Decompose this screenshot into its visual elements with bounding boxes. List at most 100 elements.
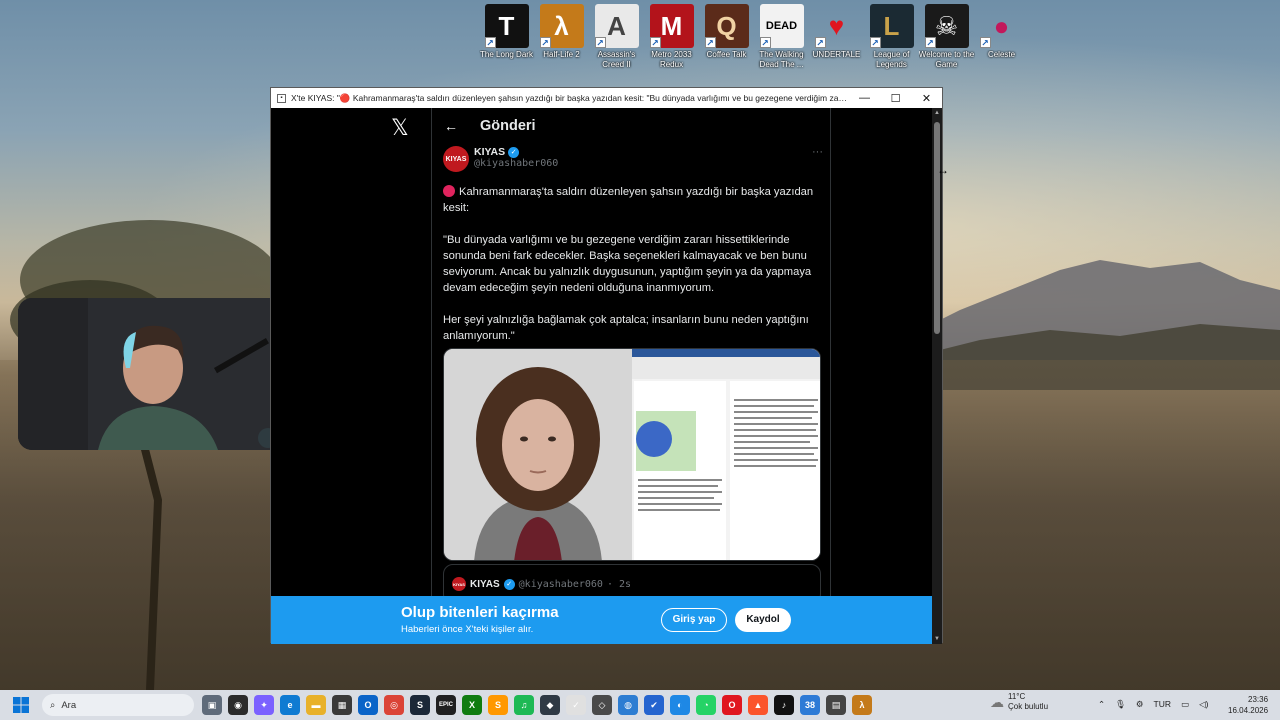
taskbar-half-life-icon[interactable]: λ xyxy=(852,695,872,715)
minimize-button[interactable]: — xyxy=(849,92,880,104)
taskbar-task-view-icon[interactable]: ▣ xyxy=(202,695,222,715)
taskbar-davinci-icon[interactable]: ◆ xyxy=(540,695,560,715)
desktop-icon-label: Coffee Talk xyxy=(706,50,747,59)
taskbar-epic-icon[interactable]: EPIC xyxy=(436,695,456,715)
shortcut-arrow-icon: ↗ xyxy=(759,37,771,48)
desktop-icon-half-life-2[interactable]: λ ↗ Half-Life 2 xyxy=(535,4,588,76)
shortcut-arrow-icon: ↗ xyxy=(594,37,606,48)
desktop-icon-coffee-talk[interactable]: Q ↗ Coffee Talk xyxy=(700,4,753,76)
shortcut-arrow-icon: ↗ xyxy=(869,37,881,48)
desktop-icon-metro-2033-redux[interactable]: M ↗ Metro 2033 Redux xyxy=(645,4,698,76)
window-titlebar[interactable]: ▪ X'te KIYAS: "🔴 Kahramanmaraş'ta saldır… xyxy=(271,88,942,108)
tweet-media[interactable] xyxy=(443,348,821,561)
browser-window: ▪ X'te KIYAS: "🔴 Kahramanmaraş'ta saldır… xyxy=(270,87,943,644)
volume-icon[interactable]: ◁) xyxy=(1199,699,1208,710)
scroll-down-icon[interactable]: ▼ xyxy=(933,636,941,642)
app-icon: ● ↗ xyxy=(979,10,1010,48)
tweet-paragraph: Kahramanmaraş'ta saldırı düzenleyen şahs… xyxy=(443,184,825,216)
desktop-icon-label: League of Legends xyxy=(873,50,910,69)
quoted-avatar: KIYAS xyxy=(452,577,466,591)
taskbar-messages-icon[interactable]: 38 xyxy=(800,695,820,715)
taskbar-tiktok-icon[interactable]: ♪ xyxy=(774,695,794,715)
taskbar-outlook-icon[interactable]: O xyxy=(358,695,378,715)
webcam-overlay xyxy=(18,298,286,450)
author-display-name[interactable]: KIYAS xyxy=(474,146,505,158)
display-icon[interactable]: ▭ xyxy=(1181,699,1189,710)
taskbar-spotify-icon[interactable]: ♫ xyxy=(514,695,534,715)
network-icon[interactable]: ⚙ xyxy=(1136,699,1144,710)
taskbar-file-explorer-icon[interactable]: ▬ xyxy=(306,695,326,715)
taskbar-photos-icon[interactable]: ◇ xyxy=(592,695,612,715)
author-name-row: KIYAS ✓ xyxy=(474,146,558,158)
close-button[interactable]: ✕ xyxy=(911,92,942,105)
language-indicator[interactable]: TUR xyxy=(1154,699,1171,710)
scrollbar-thumb[interactable] xyxy=(934,122,940,334)
author-handle[interactable]: @kiyashaber060 xyxy=(474,158,558,169)
page-title: Gönderi xyxy=(480,118,536,134)
desktop-icon-assassin-s-creed-ii[interactable]: A ↗ Assassin's Creed II xyxy=(590,4,643,76)
app-icon: L ↗ xyxy=(869,4,914,48)
desktop-icon-label: The Long Dark xyxy=(480,50,533,59)
taskbar: ⌕ Ara ▣ ◉ ✦ e ▬ ▦ O ◎ S EPIC X S ♫ ◆ ✓ ◇ ◍ ✔ ◐ ◔ O ▲ ♪ 38 ▤ λ ☁ 1… xyxy=(0,690,1280,720)
weather-widget[interactable]: ☁ 11°C Çok bulutlu xyxy=(990,692,1048,712)
page-favicon-icon: ▪ xyxy=(277,93,286,103)
desktop-icon-the-walking-dead-the[interactable]: DEAD ↗ The Walking Dead The ... xyxy=(755,4,808,76)
taskbar-opera-icon[interactable]: O xyxy=(722,695,742,715)
avatar[interactable]: KIYAS xyxy=(443,146,469,172)
media-photo[interactable] xyxy=(444,349,632,560)
signup-button[interactable]: Kaydol xyxy=(735,608,791,632)
taskbar-store-icon[interactable]: ▦ xyxy=(332,695,352,715)
desktop-icon-undertale[interactable]: ♥ ↗ UNDERTALE xyxy=(810,4,863,76)
maximize-button[interactable]: ☐ xyxy=(880,92,911,105)
page-scrollbar[interactable]: ▲ ▼ xyxy=(932,108,942,644)
tweet-author: KIYAS KIYAS ✓ @kiyashaber060 ··· xyxy=(443,146,823,172)
taskbar-chrome-icon[interactable]: ◎ xyxy=(384,695,404,715)
app-icon: A ↗ xyxy=(594,4,639,48)
app-icon: λ ↗ xyxy=(539,4,584,48)
taskbar-capture-icon[interactable]: ✓ xyxy=(566,695,586,715)
taskbar-calculator-icon[interactable]: ▤ xyxy=(826,695,846,715)
media-document-screenshot[interactable] xyxy=(632,349,820,560)
more-options-icon[interactable]: ··· xyxy=(812,146,823,158)
desktop-icon-welcome-to-the-game[interactable]: ☠ ↗ Welcome to the Game xyxy=(918,4,975,76)
shortcut-arrow-icon: ↗ xyxy=(484,37,496,48)
desktop-icon-label: Metro 2033 Redux xyxy=(651,50,692,69)
desktop-icon-label: Half-Life 2 xyxy=(543,50,580,59)
scroll-up-icon[interactable]: ▲ xyxy=(933,110,941,116)
quoted-handle: @kiyashaber060 xyxy=(518,578,603,590)
taskbar-obs-icon[interactable]: ◉ xyxy=(228,695,248,715)
taskbar-whatsapp-icon[interactable]: ◔ xyxy=(696,695,716,715)
taskbar-steam-icon[interactable]: S xyxy=(410,695,430,715)
desktop-icon-league-of-legends[interactable]: L ↗ League of Legends xyxy=(865,4,918,76)
app-icon: DEAD ↗ xyxy=(759,4,804,48)
taskbar-xbox-icon[interactable]: X xyxy=(462,695,482,715)
shortcut-arrow-icon: ↗ xyxy=(539,37,551,48)
mic-icon[interactable]: 🎙 xyxy=(1115,699,1126,710)
document-illustration xyxy=(632,349,820,560)
shortcut-arrow-icon: ↗ xyxy=(924,37,936,48)
tray-chevron-icon[interactable]: ⌃ xyxy=(1098,699,1105,710)
app-icon: T ↗ xyxy=(484,4,529,48)
taskbar-search[interactable]: ⌕ Ara xyxy=(42,694,194,716)
taskbar-shield-icon[interactable]: ◐ xyxy=(670,695,690,715)
back-arrow-icon[interactable]: ← xyxy=(444,118,480,134)
banner-subtitle: Haberleri önce X'teki kişiler alır. xyxy=(401,624,534,635)
x-logo-icon[interactable]: 𝕏 xyxy=(391,116,409,141)
taskbar-sublime-icon[interactable]: S xyxy=(488,695,508,715)
start-button[interactable] xyxy=(6,690,36,720)
desktop-icon-label: Welcome to the Game xyxy=(918,50,975,69)
desktop-icon-celeste[interactable]: ● ↗ Celeste xyxy=(975,4,1028,76)
login-button[interactable]: Giriş yap xyxy=(661,608,727,632)
taskbar-todo-icon[interactable]: ✔ xyxy=(644,695,664,715)
window-title: X'te KIYAS: "🔴 Kahramanmaraş'ta saldırı … xyxy=(291,92,849,103)
taskbar-brave-icon[interactable]: ▲ xyxy=(748,695,768,715)
taskbar-copilot-icon[interactable]: ✦ xyxy=(254,695,274,715)
tweet-paragraph: "Bu dünyada varlığımı ve bu gezegene ver… xyxy=(443,234,812,294)
clock[interactable]: 23:36 16.04.2026 xyxy=(1228,694,1268,716)
desktop-icon-label: The Walking Dead The ... xyxy=(759,50,804,69)
taskbar-edge-icon[interactable]: e xyxy=(280,695,300,715)
desktop-icon-the-long-dark[interactable]: T ↗ The Long Dark xyxy=(480,4,533,76)
app-icon: ♥ ↗ xyxy=(814,10,845,48)
shortcut-arrow-icon: ↗ xyxy=(649,37,661,48)
taskbar-globe-icon[interactable]: ◍ xyxy=(618,695,638,715)
